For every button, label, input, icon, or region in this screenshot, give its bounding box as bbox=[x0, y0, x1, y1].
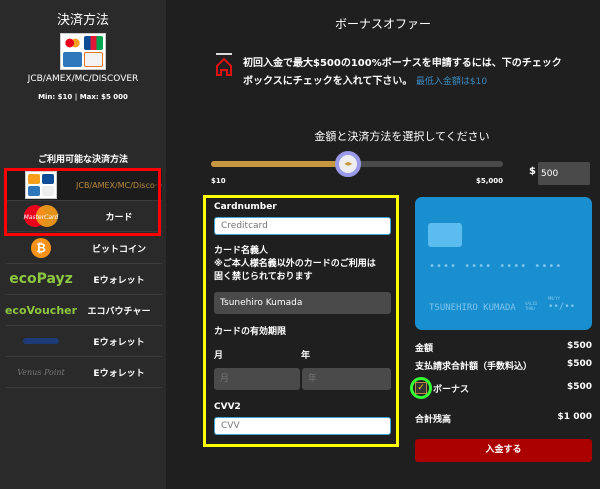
amount-slider-fill bbox=[211, 161, 349, 167]
method-label: Eウォレット bbox=[93, 275, 145, 286]
holder-note: ※ご本人様名義以外のカードのご利用は bbox=[214, 259, 376, 269]
slider-max-label: $5,000 bbox=[475, 177, 503, 185]
venuspoint-logo: Venus Point bbox=[17, 367, 65, 377]
limits: Min: $10 | Max: $5 000 bbox=[38, 93, 128, 101]
expiry-label: カードの有効期限 bbox=[214, 327, 287, 337]
bonus-checkbox[interactable]: ✓ bbox=[415, 382, 427, 394]
holder-input[interactable] bbox=[214, 292, 391, 314]
card-holder-preview: TSUNEHIRO KUMADA bbox=[429, 303, 516, 313]
method-label: Eウォレット bbox=[93, 368, 145, 379]
home-icon bbox=[216, 53, 232, 76]
cardnumber-label: Cardnumber bbox=[214, 202, 277, 212]
month-label: 月 bbox=[214, 351, 224, 361]
bitcoin-icon: ₿ bbox=[31, 238, 51, 258]
year-label: 年 bbox=[301, 351, 311, 361]
month-select[interactable] bbox=[214, 368, 300, 390]
valid-thru-label: VALID THRU bbox=[525, 301, 538, 311]
method-label: エコバウチャー bbox=[87, 306, 151, 317]
method-item-bitcoin[interactable]: ₿ ビットコイン bbox=[6, 233, 162, 264]
balance-label: 合計残高 bbox=[415, 415, 452, 425]
amount-input[interactable] bbox=[538, 162, 590, 185]
method-item-ecopayz[interactable]: ecoPayz Eウォレット bbox=[6, 264, 162, 295]
method-item-ewallet[interactable]: Eウォレット bbox=[6, 326, 162, 357]
page-title: ボーナスオファー bbox=[334, 17, 431, 31]
ecovoucher-logo: ecoVoucher bbox=[4, 303, 78, 317]
method-label: Eウォレット bbox=[93, 337, 145, 348]
selection-highlight bbox=[4, 168, 161, 236]
amount-slider-thumb[interactable]: ◂▸ bbox=[335, 151, 362, 177]
cardnumber-input[interactable] bbox=[214, 217, 391, 235]
ewallet-logo bbox=[23, 338, 59, 344]
card-number-preview: •••• •••• •••• •••• bbox=[429, 261, 563, 272]
cvv-label: CVV2 bbox=[214, 402, 241, 412]
method-item-venuspoint[interactable]: Venus Point Eウォレット bbox=[6, 357, 162, 388]
cvv-input[interactable] bbox=[214, 417, 391, 435]
available-title: ご利用可能な決済方法 bbox=[37, 155, 128, 165]
bonus-text-1: 初回入金で最大$500の100%ボーナスを申請するには、下のチェック bbox=[243, 58, 562, 69]
select-prompt: 金額と決済方法を選択してください bbox=[314, 130, 490, 143]
bonus-label: ボーナス bbox=[433, 385, 470, 395]
holder-note: 固く禁じられております bbox=[214, 272, 313, 282]
amount-value: $500 bbox=[566, 341, 592, 351]
bonus-value: $500 bbox=[566, 382, 592, 392]
year-select[interactable] bbox=[302, 368, 391, 390]
chip-icon bbox=[428, 223, 462, 247]
card-brands-icon bbox=[60, 33, 106, 70]
method-label: ビットコイン bbox=[91, 244, 146, 255]
sidebar: 決済方法 JCB/AMEX/MC/DISCOVER Min: $10 | Max… bbox=[0, 0, 166, 489]
method-name: JCB/AMEX/MC/DISCOVER bbox=[27, 74, 139, 84]
slider-min-label: $10 bbox=[211, 177, 226, 185]
bonus-text-2: ボックスにチェックを入れて下さい。 bbox=[243, 76, 413, 87]
holder-label: カード名義人 bbox=[214, 246, 269, 256]
method-item-ecovoucher[interactable]: ecoVoucher エコバウチャー bbox=[4, 295, 162, 326]
sidebar-title: 決済方法 bbox=[56, 13, 109, 28]
amount-label: 金額 bbox=[415, 344, 434, 354]
card-expiry-preview: ••/•• bbox=[548, 302, 576, 312]
balance-value: $1 000 bbox=[557, 412, 592, 422]
deposit-button[interactable]: 入金する bbox=[415, 439, 592, 462]
mmyy-label: MM/YY bbox=[548, 296, 561, 301]
total-label: 支払請求合計額（手数料込） bbox=[415, 362, 533, 372]
min-deposit-text: 最低入金額は$10 bbox=[415, 77, 488, 87]
card-form: Cardnumber カード名義人 ※ご本人様名義以外のカードのご利用は 固く禁… bbox=[203, 195, 399, 447]
ecopayz-logo: ecoPayz bbox=[9, 271, 73, 287]
svg-text:₿: ₿ bbox=[36, 241, 46, 255]
card-preview: •••• •••• •••• •••• TSUNEHIRO KUMADA VAL… bbox=[415, 197, 592, 330]
total-value: $500 bbox=[566, 359, 592, 369]
currency-symbol: $ bbox=[529, 166, 536, 177]
